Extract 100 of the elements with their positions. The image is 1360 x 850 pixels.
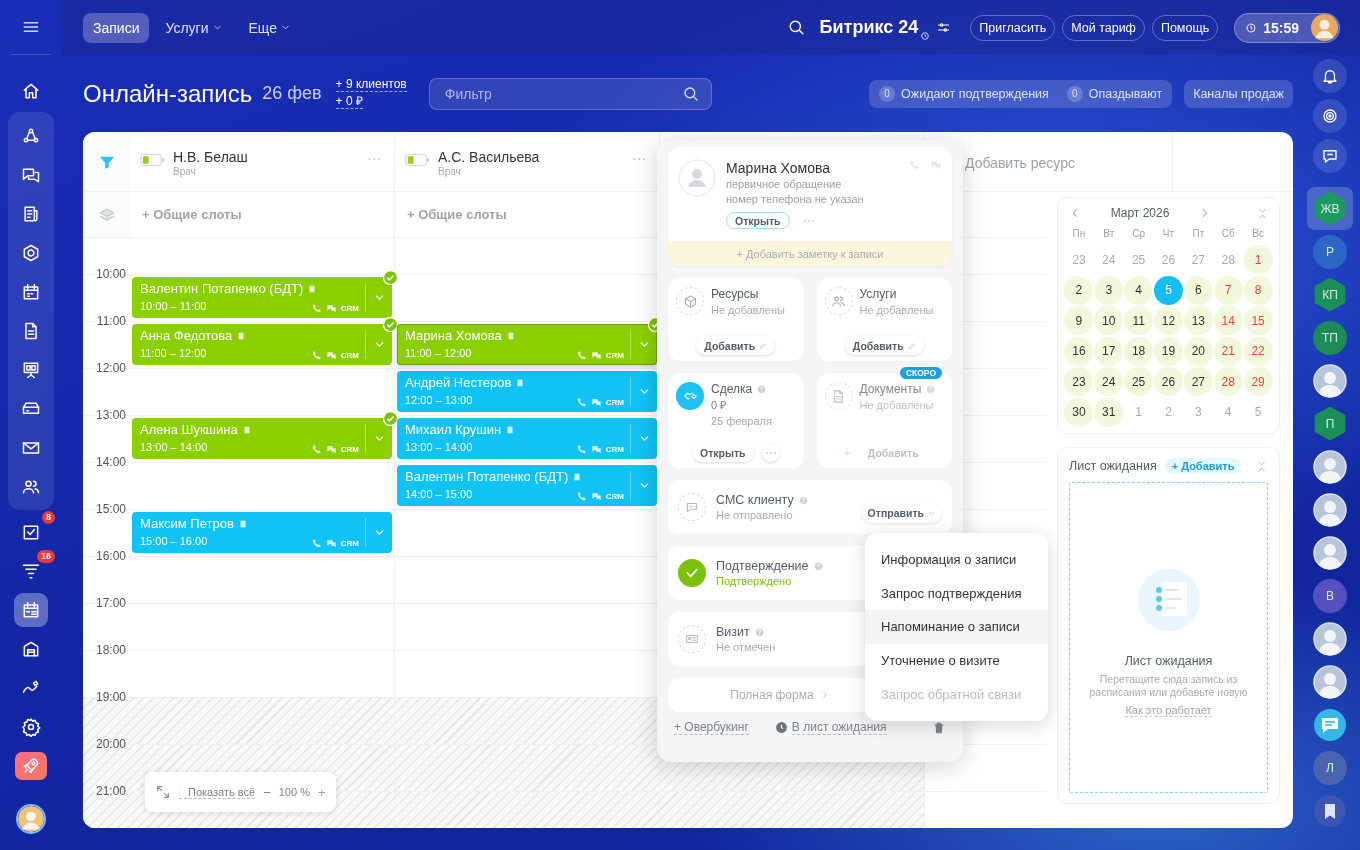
counter-button[interactable]: 0 Ожидают подтверждения: [879, 85, 1049, 102]
rocket-button[interactable]: [15, 752, 47, 780]
calendar-day[interactable]: 20: [1183, 336, 1213, 366]
show-all-link[interactable]: Показать всё: [179, 785, 256, 799]
chat-icon[interactable]: [325, 350, 337, 361]
calendar-day[interactable]: 25: [1124, 367, 1154, 397]
calendar-day[interactable]: 21: [1213, 336, 1243, 366]
calendar-day[interactable]: 9: [1064, 306, 1094, 336]
chat-icon[interactable]: [325, 538, 337, 549]
calendar-day[interactable]: 26: [1154, 245, 1183, 275]
calendar-day[interactable]: 17: [1094, 336, 1124, 366]
calendar-day[interactable]: 28: [1213, 367, 1243, 397]
calendar-day[interactable]: 16: [1064, 336, 1094, 366]
chat-button[interactable]: [1313, 139, 1347, 173]
sales-channels-button[interactable]: Каналы продаж: [1184, 79, 1293, 108]
crm-link[interactable]: CRM: [605, 445, 624, 454]
nav-tab[interactable]: Записи: [83, 12, 150, 43]
add-note-button[interactable]: + Добавить заметку к записи: [668, 241, 952, 266]
phone-icon[interactable]: [575, 350, 587, 361]
crm-link[interactable]: CRM: [340, 445, 359, 454]
calendar-list-button[interactable]: [14, 592, 48, 627]
crm-link[interactable]: CRM: [340, 351, 359, 360]
collapse-icon[interactable]: [1255, 459, 1268, 473]
calendar-day[interactable]: 27: [1183, 245, 1213, 275]
calendar-day[interactable]: 4: [1124, 275, 1154, 305]
add-button[interactable]: Добавить: [696, 336, 776, 355]
calendar-day[interactable]: 1: [1243, 245, 1273, 275]
calendar-day[interactable]: 24: [1094, 367, 1124, 397]
appointment-card[interactable]: Михаил Крушин 13:00 – 14:00 CRM: [397, 418, 657, 459]
nav-tab[interactable]: Услуги: [155, 12, 233, 43]
trash-icon[interactable]: [932, 720, 946, 735]
calendar-day[interactable]: 10: [1094, 306, 1124, 336]
phone-icon[interactable]: [575, 444, 587, 455]
phone-icon[interactable]: [575, 491, 587, 502]
appointment-card[interactable]: Максим Петров 15:00 – 16:00 CRM: [132, 512, 392, 553]
calendar-day[interactable]: 31: [1094, 397, 1124, 427]
appointment-card[interactable]: Валентин Потапенко (БДТ) 14:00 – 15:00 CRM: [397, 465, 657, 506]
crm-link[interactable]: CRM: [605, 351, 624, 360]
calendar-day[interactable]: 2: [1064, 275, 1094, 305]
appointment-card[interactable]: Марина Хомова 11:00 – 12:00 CRM: [397, 324, 657, 365]
calendar-day[interactable]: 22: [1243, 336, 1273, 366]
stat-link[interactable]: + 9 клиентов: [335, 78, 407, 92]
contact-button[interactable]: В: [1307, 574, 1353, 617]
calendar-day[interactable]: 1: [1124, 397, 1154, 427]
chat-icon[interactable]: [325, 303, 337, 314]
appointment-card[interactable]: Андрей Нестеров 12:00 – 13:00 CRM: [397, 371, 657, 412]
chat-icon[interactable]: [590, 350, 602, 361]
calendar-day[interactable]: 8: [1243, 275, 1273, 305]
menu-item[interactable]: Напоминание о записи: [865, 610, 1048, 644]
send-button[interactable]: Отправить: [861, 503, 942, 523]
calendar-day[interactable]: 5: [1243, 397, 1273, 427]
phone-icon[interactable]: [575, 397, 587, 408]
help-icon[interactable]: [756, 384, 768, 395]
calendar-day[interactable]: 23: [1064, 245, 1094, 275]
calendar-day[interactable]: 19: [1154, 336, 1183, 366]
chat-icon[interactable]: [590, 444, 602, 455]
calendar-day[interactable]: 7: [1213, 275, 1243, 305]
contact-button[interactable]: ЖВ: [1307, 187, 1353, 230]
target-button[interactable]: [1313, 99, 1347, 133]
phone-icon[interactable]: [908, 159, 920, 171]
contact-button[interactable]: Л: [1307, 746, 1353, 789]
settings-icon[interactable]: [936, 20, 952, 35]
calendar-day[interactable]: 30: [1064, 397, 1094, 427]
user-avatar[interactable]: [16, 804, 46, 834]
calendar-day[interactable]: 29: [1243, 367, 1273, 397]
help-icon[interactable]: [812, 560, 824, 572]
search-icon[interactable]: [786, 18, 806, 37]
calendar-day[interactable]: 15: [1243, 306, 1273, 336]
contact-button[interactable]: П: [1307, 402, 1353, 445]
calendar-day[interactable]: 18: [1124, 336, 1154, 366]
calendar-day[interactable]: 11: [1124, 306, 1154, 336]
contact-button[interactable]: ТП: [1307, 316, 1353, 359]
calendar-day[interactable]: 3: [1094, 275, 1124, 305]
contact-button[interactable]: Р: [1307, 230, 1353, 273]
open-button[interactable]: Открыть: [691, 443, 754, 462]
calendar-day[interactable]: 4: [1213, 397, 1243, 427]
calendar-day[interactable]: 23: [1064, 367, 1094, 397]
stat-link[interactable]: + 0 ₽: [335, 95, 363, 109]
expand-icon[interactable]: [155, 784, 171, 800]
calendar-day[interactable]: 12: [1154, 306, 1183, 336]
calendar-day[interactable]: 13: [1183, 306, 1213, 336]
crm-link[interactable]: CRM: [340, 539, 359, 548]
time-panel[interactable]: 15:59: [1234, 12, 1340, 43]
calendar-day[interactable]: 26: [1154, 367, 1183, 397]
calendar-day[interactable]: 6: [1183, 275, 1213, 305]
calendar-day[interactable]: 5: [1154, 275, 1183, 305]
calendar-day[interactable]: 27: [1183, 367, 1213, 397]
phone-icon[interactable]: [310, 303, 322, 314]
calendar-day[interactable]: 24: [1094, 245, 1124, 275]
add-resource-link[interactable]: Добавить ресурс: [965, 155, 1075, 171]
calendar-day[interactable]: 25: [1124, 245, 1154, 275]
chat-icon[interactable]: [590, 397, 602, 408]
notifications-button[interactable]: [1313, 59, 1347, 93]
add-button[interactable]: + Добавить: [1164, 458, 1242, 474]
user-avatar[interactable]: [1311, 14, 1338, 41]
overbooking-link[interactable]: + Овербукинг: [674, 720, 749, 735]
menu-item[interactable]: Информация о записи: [865, 543, 1048, 577]
appointment-card[interactable]: Алена Шукшина 13:00 – 14:00 CRM: [132, 418, 392, 459]
calendar-day[interactable]: 14: [1213, 306, 1243, 336]
shared-slots-button[interactable]: + Общие слоты: [142, 207, 242, 222]
